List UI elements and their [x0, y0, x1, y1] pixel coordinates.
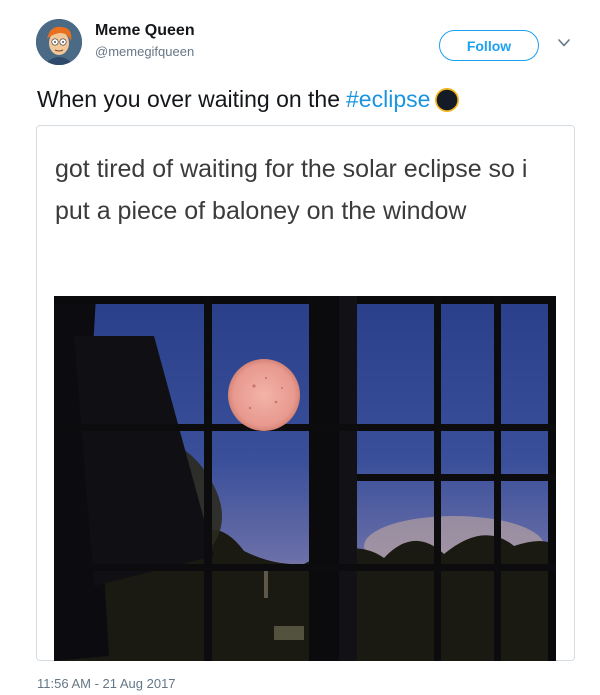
window-photo[interactable] [54, 296, 556, 661]
eclipse-emoji-icon [435, 87, 460, 112]
display-name[interactable]: Meme Queen [95, 22, 195, 40]
avatar-image [36, 19, 82, 65]
chevron-down-icon[interactable] [557, 36, 571, 50]
tweet-text: When you over waiting on the #eclipse [37, 86, 460, 113]
avatar[interactable] [36, 19, 82, 65]
meme-caption: got tired of waiting for the solar eclip… [55, 155, 528, 225]
timestamp[interactable]: 11:56 AM - 21 Aug 2017 [37, 676, 176, 691]
follow-button[interactable]: Follow [439, 30, 539, 61]
user-handle[interactable]: @memegifqueen [95, 44, 194, 59]
tweet-body: When you over waiting on the [37, 86, 341, 112]
hashtag-link[interactable]: #eclipse [346, 86, 430, 113]
